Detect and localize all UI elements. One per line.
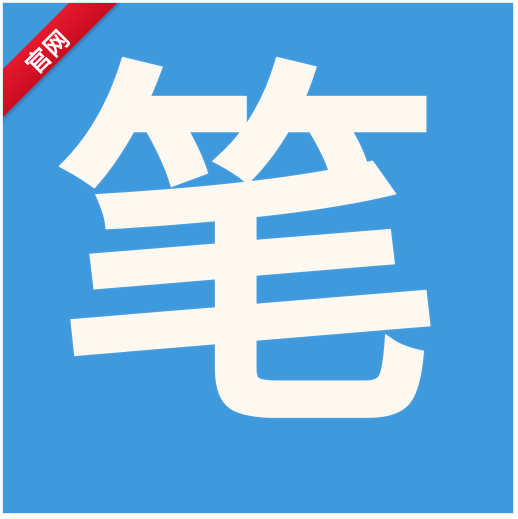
app-icon-tile[interactable]: 笔 xyxy=(3,3,513,513)
app-glyph: 笔 xyxy=(54,32,446,475)
